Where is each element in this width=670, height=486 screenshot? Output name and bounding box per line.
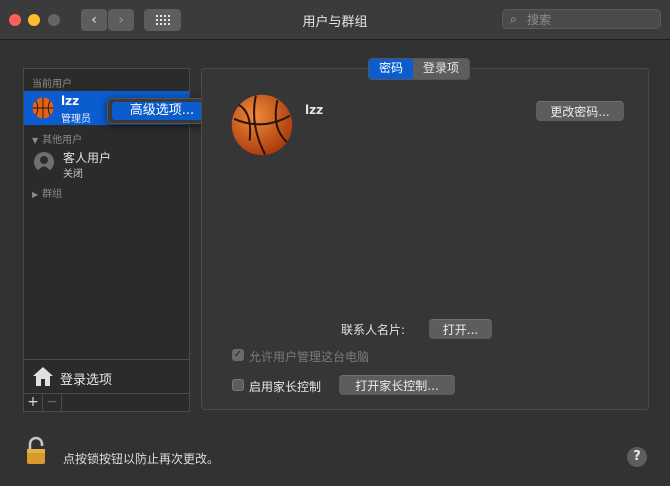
user-row-guest[interactable]: 客人用户 关闭: [24, 147, 189, 180]
parental-controls-label: 启用家长控制: [249, 380, 322, 394]
lock-hint-text: 点按锁按钮以防止再次更改。: [63, 452, 220, 466]
allow-admin-checkbox[interactable]: ✓: [232, 349, 244, 361]
search-icon: ⌕: [510, 12, 517, 26]
guest-status: 关闭: [63, 169, 83, 180]
login-options-item[interactable]: 登录选项: [24, 359, 189, 394]
lock-icon[interactable]: [26, 436, 48, 466]
remove-user-button[interactable]: −: [43, 394, 62, 411]
search-input[interactable]: [525, 11, 659, 29]
login-options-label: 登录选项: [60, 373, 113, 388]
selected-user-name: lzz: [305, 103, 324, 117]
add-user-button[interactable]: +: [24, 394, 43, 411]
advanced-options-menu-item[interactable]: 高级选项...: [112, 102, 212, 120]
open-contact-button[interactable]: 打开...: [429, 319, 492, 339]
search-box[interactable]: ⌕: [502, 9, 661, 29]
other-users-header[interactable]: ▼ 其他用户: [32, 131, 82, 146]
basketball-avatar-icon: [32, 97, 54, 119]
disclosure-closed-icon: ▶: [32, 190, 39, 199]
groups-label: 群组: [42, 189, 63, 200]
contact-card-label: 联系人名片:: [341, 323, 406, 337]
allow-admin-label: 允许用户管理这台电脑: [249, 350, 370, 364]
house-icon: [33, 367, 53, 386]
titlebar: ‹ › 用户与群组 ⌕: [0, 0, 670, 40]
guest-avatar-icon: [34, 152, 54, 172]
open-parental-controls-button[interactable]: 打开家长控制...: [339, 375, 455, 395]
tab-password[interactable]: 密码: [369, 59, 414, 79]
change-password-button[interactable]: 更改密码...: [536, 101, 624, 121]
add-remove-bar: + −: [24, 393, 189, 412]
window: ‹ › 用户与群组 ⌕ 当前用户 lzz: [0, 0, 670, 486]
groups-header[interactable]: ▶ 群组: [32, 185, 62, 200]
user-role: 管理员: [61, 114, 91, 125]
basketball-avatar-icon[interactable]: [231, 94, 293, 156]
guest-name: 客人用户: [63, 151, 112, 165]
disclosure-open-icon: ▼: [32, 136, 39, 145]
help-button[interactable]: ?: [627, 447, 647, 467]
other-users-label: 其他用户: [42, 135, 83, 146]
user-name: lzz: [61, 94, 80, 108]
tab-login-items[interactable]: 登录项: [413, 59, 470, 79]
parental-controls-checkbox[interactable]: [232, 379, 244, 391]
current-users-header: 当前用户: [32, 79, 72, 90]
tab-bar: 密码 登录项: [368, 58, 471, 80]
